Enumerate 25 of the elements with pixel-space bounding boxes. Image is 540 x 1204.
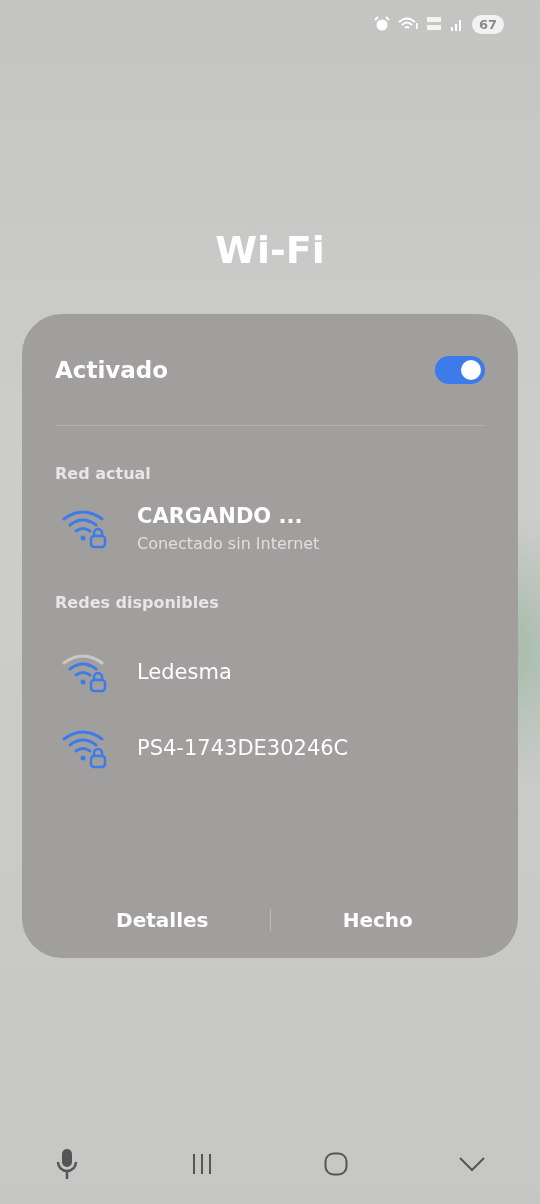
signal-icon	[449, 17, 464, 31]
wifi-lock-icon	[61, 507, 109, 549]
done-button[interactable]: Hecho	[270, 907, 485, 933]
current-network[interactable]: CARGANDO ... Conectado sin Internet	[55, 483, 485, 573]
network-name: PS4-1743DE30246C	[137, 736, 349, 760]
network-item[interactable]: Ledesma	[55, 634, 485, 710]
wifi-lock-icon	[61, 727, 109, 769]
network-status: Conectado sin Internet	[137, 533, 320, 553]
home-icon[interactable]	[324, 1152, 349, 1176]
section-label: Redes disponibles	[55, 592, 220, 612]
battery-level: 67	[471, 14, 504, 34]
alarm-icon	[373, 16, 390, 32]
section-label: Red actual	[55, 463, 152, 483]
microphone-icon	[55, 1148, 80, 1180]
volte-icon	[425, 15, 442, 33]
chevron-down-icon[interactable]	[458, 1156, 485, 1172]
screen-title: Wi-Fi	[214, 228, 326, 272]
details-button[interactable]: Detalles	[55, 907, 270, 933]
network-name: Ledesma	[137, 660, 232, 684]
wifi-icon	[397, 16, 418, 32]
toggle-label: Activado	[55, 356, 169, 383]
wifi-lock-icon	[61, 651, 109, 693]
network-name: CARGANDO ...	[137, 503, 304, 528]
network-item[interactable]: PS4-1743DE30246C	[55, 710, 485, 786]
wifi-switch[interactable]	[435, 355, 485, 384]
